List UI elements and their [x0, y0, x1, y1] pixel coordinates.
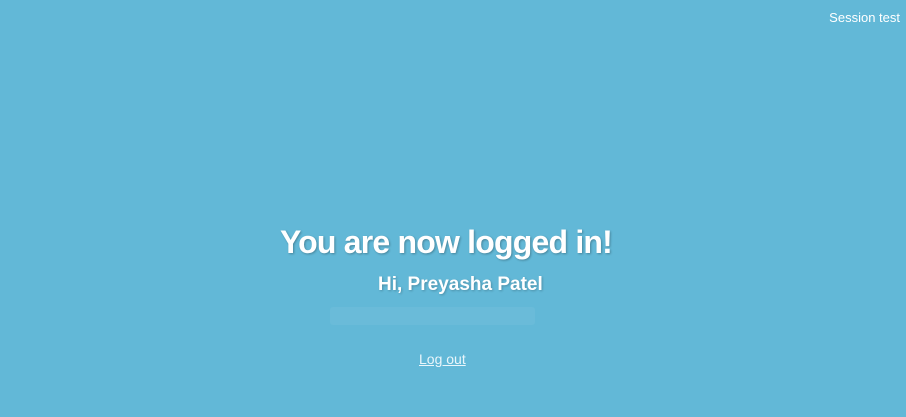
decorative-band [330, 307, 535, 325]
session-test-link[interactable]: Session test [829, 10, 900, 25]
user-greeting: Hi, Preyasha Patel [378, 274, 543, 295]
logout-link[interactable]: Log out [419, 351, 466, 367]
page-title: You are now logged in! [280, 224, 613, 260]
page-root: Session test You are now logged in! Hi, … [0, 0, 906, 417]
